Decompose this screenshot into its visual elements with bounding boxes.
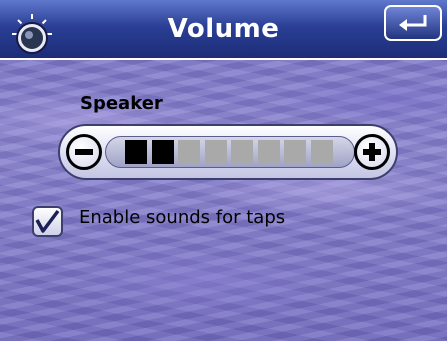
volume-increase-button[interactable] [354,134,390,170]
back-button[interactable] [384,5,442,41]
volume-decrease-button[interactable] [66,134,102,170]
back-arrow-icon [399,15,427,31]
volume-segment [178,140,200,164]
volume-segment [151,140,174,164]
volume-segment [231,140,253,164]
page-title: Volume [167,14,280,44]
header-bar: Volume [0,0,447,60]
volume-segment [204,140,227,164]
volume-segment [257,140,280,164]
enable-tap-sounds-checkbox[interactable] [32,206,63,237]
volume-segment [310,140,333,164]
volume-screen: Volume Speaker Enable sounds for taps [0,0,447,341]
volume-segment [284,140,306,164]
enable-tap-sounds-label: Enable sounds for taps [79,207,286,228]
speaker-volume-control [58,124,398,180]
speaker-label: Speaker [80,93,163,114]
volume-level-track[interactable] [105,136,355,168]
checkmark-icon [35,209,60,233]
volume-segment [125,140,147,164]
